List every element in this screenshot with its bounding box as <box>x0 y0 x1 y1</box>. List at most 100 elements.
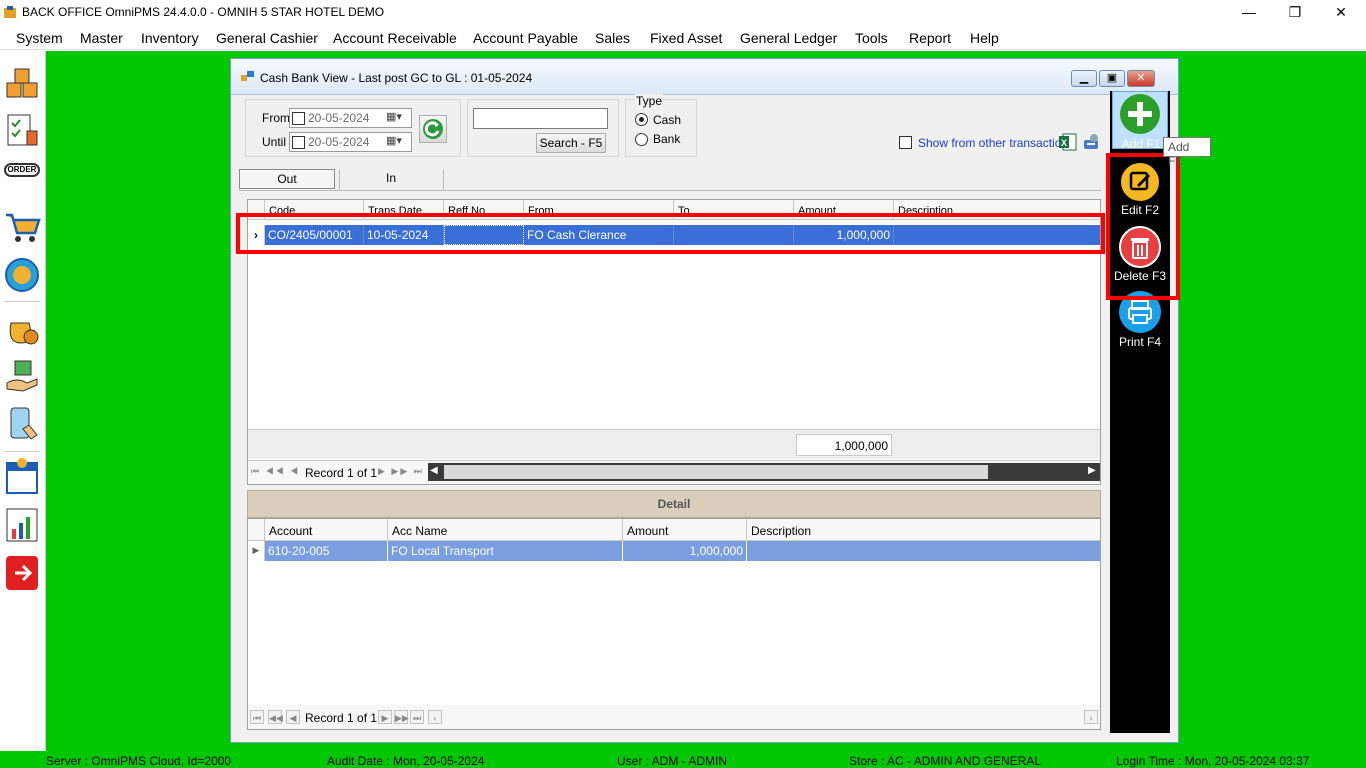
tab-out[interactable]: Out <box>239 169 335 189</box>
menu-master[interactable]: Master <box>80 30 123 46</box>
type-group: Type Cash Bank <box>625 94 697 157</box>
status-store: Store : AC - ADMIN AND GENERAL <box>849 754 1042 768</box>
dialog-minimize-button[interactable]: ▁ <box>1071 70 1097 87</box>
dialog-maximize-button[interactable]: ▣ <box>1099 70 1125 87</box>
status-user: User : ADM - ADMIN <box>617 754 728 768</box>
type-cash-label: Cash <box>653 113 682 127</box>
money-bags-icon[interactable] <box>3 307 41 347</box>
search-button[interactable]: Search - F5 <box>536 133 606 153</box>
scroll-thumb[interactable] <box>444 465 988 479</box>
nav-next-last-icon[interactable]: ▶ ▶▶ ⏭ <box>378 466 424 477</box>
col-detail-amount[interactable]: Amount <box>623 519 747 541</box>
from-date-picker[interactable]: 20-05-2024 ▦▾ <box>289 108 412 128</box>
detail-grid-header: Account Acc Name Amount Description <box>248 519 1100 541</box>
add-label: Add F1 <box>1121 137 1161 151</box>
menu-inventory[interactable]: Inventory <box>141 30 199 46</box>
horizontal-scrollbar[interactable]: ◀ ▶ <box>428 463 1100 481</box>
scroll-right-icon[interactable]: ▶ <box>1088 465 1096 476</box>
print-label[interactable]: Print F4 <box>1110 335 1170 349</box>
until-date-picker[interactable]: 20-05-2024 ▦▾ <box>289 132 412 152</box>
calendar-icon[interactable] <box>3 457 41 497</box>
col-account[interactable]: Account <box>265 519 388 541</box>
hand-money-icon[interactable] <box>3 355 41 395</box>
calendar-dropdown-icon[interactable]: ▦▾ <box>386 110 402 123</box>
menu-general-ledger[interactable]: General Ledger <box>740 30 837 46</box>
refresh-circle-icon[interactable] <box>3 255 41 295</box>
cell-detail-amount: 1,000,000 <box>623 541 747 561</box>
col-detail-description[interactable]: Description <box>747 519 1100 541</box>
nav-first-prev-icon[interactable]: ⏮ ◀◀ ◀ <box>251 466 300 477</box>
scroll-left-button[interactable]: ‹ <box>428 710 442 724</box>
detail-title: Detail <box>247 490 1101 518</box>
nav-prev-button[interactable]: ◀ <box>286 710 300 724</box>
menu-general-cashier[interactable]: General Cashier <box>216 30 318 46</box>
total-amount: 1,000,000 <box>796 434 892 456</box>
type-bank-radio[interactable] <box>635 133 648 146</box>
mobile-touch-icon[interactable] <box>3 405 41 445</box>
app-logo-icon <box>4 6 16 18</box>
menu-report[interactable]: Report <box>909 30 951 46</box>
show-other-label: Show from other transaction <box>918 136 1069 150</box>
nav-prev-page-button[interactable]: ◀◀ <box>268 710 283 724</box>
type-cash-radio[interactable] <box>635 113 648 126</box>
show-other-checkbox[interactable] <box>899 136 912 149</box>
type-label: Type <box>635 94 664 108</box>
chart-icon[interactable] <box>3 505 41 545</box>
add-tooltip: Add F1 <box>1163 137 1211 168</box>
main-grid-footer: 1,000,000 <box>248 429 1100 459</box>
calendar-dropdown-icon[interactable]: ▦▾ <box>386 134 402 147</box>
toolbar-separator <box>4 451 40 452</box>
menu-account-receivable[interactable]: Account Receivable <box>333 30 457 46</box>
scroll-right-button[interactable]: › <box>1084 710 1098 724</box>
tab-in[interactable]: In <box>343 169 439 189</box>
tab-strip-line <box>239 190 1101 191</box>
exit-icon[interactable] <box>3 553 41 593</box>
type-bank-label: Bank <box>653 132 681 146</box>
restore-button[interactable]: ❐ <box>1272 0 1318 26</box>
row-indicator-icon: ▶ <box>248 541 265 561</box>
menu-fixed-asset[interactable]: Fixed Asset <box>650 30 722 46</box>
row-highlight-frame <box>236 213 1105 254</box>
until-label: Until <box>262 135 287 149</box>
menu-bar: System Master Inventory General Cashier … <box>0 26 1366 50</box>
add-icon <box>1120 94 1160 134</box>
shopping-cart-icon[interactable] <box>3 207 41 247</box>
nav-next-page-button[interactable]: ▶▶ <box>394 710 409 724</box>
col-acc-name[interactable]: Acc Name <box>388 519 623 541</box>
svg-text:X: X <box>1061 138 1067 148</box>
status-audit-date: Audit Date : Mon, 20-05-2024 <box>327 754 485 768</box>
menu-sales[interactable]: Sales <box>595 30 630 46</box>
clipboard-check-icon[interactable] <box>3 111 41 151</box>
detail-record-counter: Record 1 of 1 <box>305 711 378 725</box>
refresh-button[interactable] <box>419 115 447 143</box>
scroll-left-icon[interactable]: ◀ <box>430 465 438 476</box>
from-date-checkbox[interactable] <box>292 112 305 125</box>
detail-grid-navigator: ⏮ ◀◀ ◀ Record 1 of 1 ▶ ▶▶ ⏭ ‹ › <box>248 705 1100 729</box>
table-row[interactable]: ▶ 610-20-005 FO Local Transport 1,000,00… <box>248 541 1100 561</box>
until-date-checkbox[interactable] <box>292 136 305 149</box>
search-group: Search - F5 <box>467 99 619 157</box>
nav-first-button[interactable]: ⏮ <box>250 710 264 724</box>
menu-help[interactable]: Help <box>970 30 999 46</box>
nav-next-button[interactable]: ▶ <box>378 710 392 724</box>
search-input[interactable] <box>473 108 608 129</box>
tab-separator <box>339 169 340 191</box>
menu-account-payable[interactable]: Account Payable <box>473 30 578 46</box>
dialog-titlebar: Cash Bank View - Last post GC to GL : 01… <box>231 59 1178 95</box>
date-filter-group: From 20-05-2024 ▦▾ Until 20-05-2024 ▦▾ <box>245 99 461 157</box>
settings-tool-icon[interactable] <box>1082 133 1102 151</box>
close-button[interactable]: ✕ <box>1318 0 1364 26</box>
dialog-window-icon <box>241 71 254 81</box>
boxes-icon[interactable] <box>3 63 41 103</box>
dialog-close-button[interactable]: ✕ <box>1127 70 1155 87</box>
status-login-time: Login Time : Mon, 20-05-2024 03:37 <box>1116 754 1310 768</box>
nav-last-button[interactable]: ⏭ <box>410 710 424 724</box>
main-grid-navigator: ⏮ ◀◀ ◀ Record 1 of 1 ▶ ▶▶ ⏭ ◀ ▶ <box>248 460 1100 484</box>
add-button[interactable]: Add F1 <box>1112 91 1168 151</box>
cell-account: 610-20-005 <box>265 541 388 561</box>
minimize-button[interactable]: — <box>1226 0 1272 26</box>
menu-tools[interactable]: Tools <box>855 30 888 46</box>
menu-system[interactable]: System <box>16 30 63 46</box>
order-icon[interactable]: ORDER <box>3 163 41 193</box>
excel-export-icon[interactable]: X <box>1058 132 1078 152</box>
